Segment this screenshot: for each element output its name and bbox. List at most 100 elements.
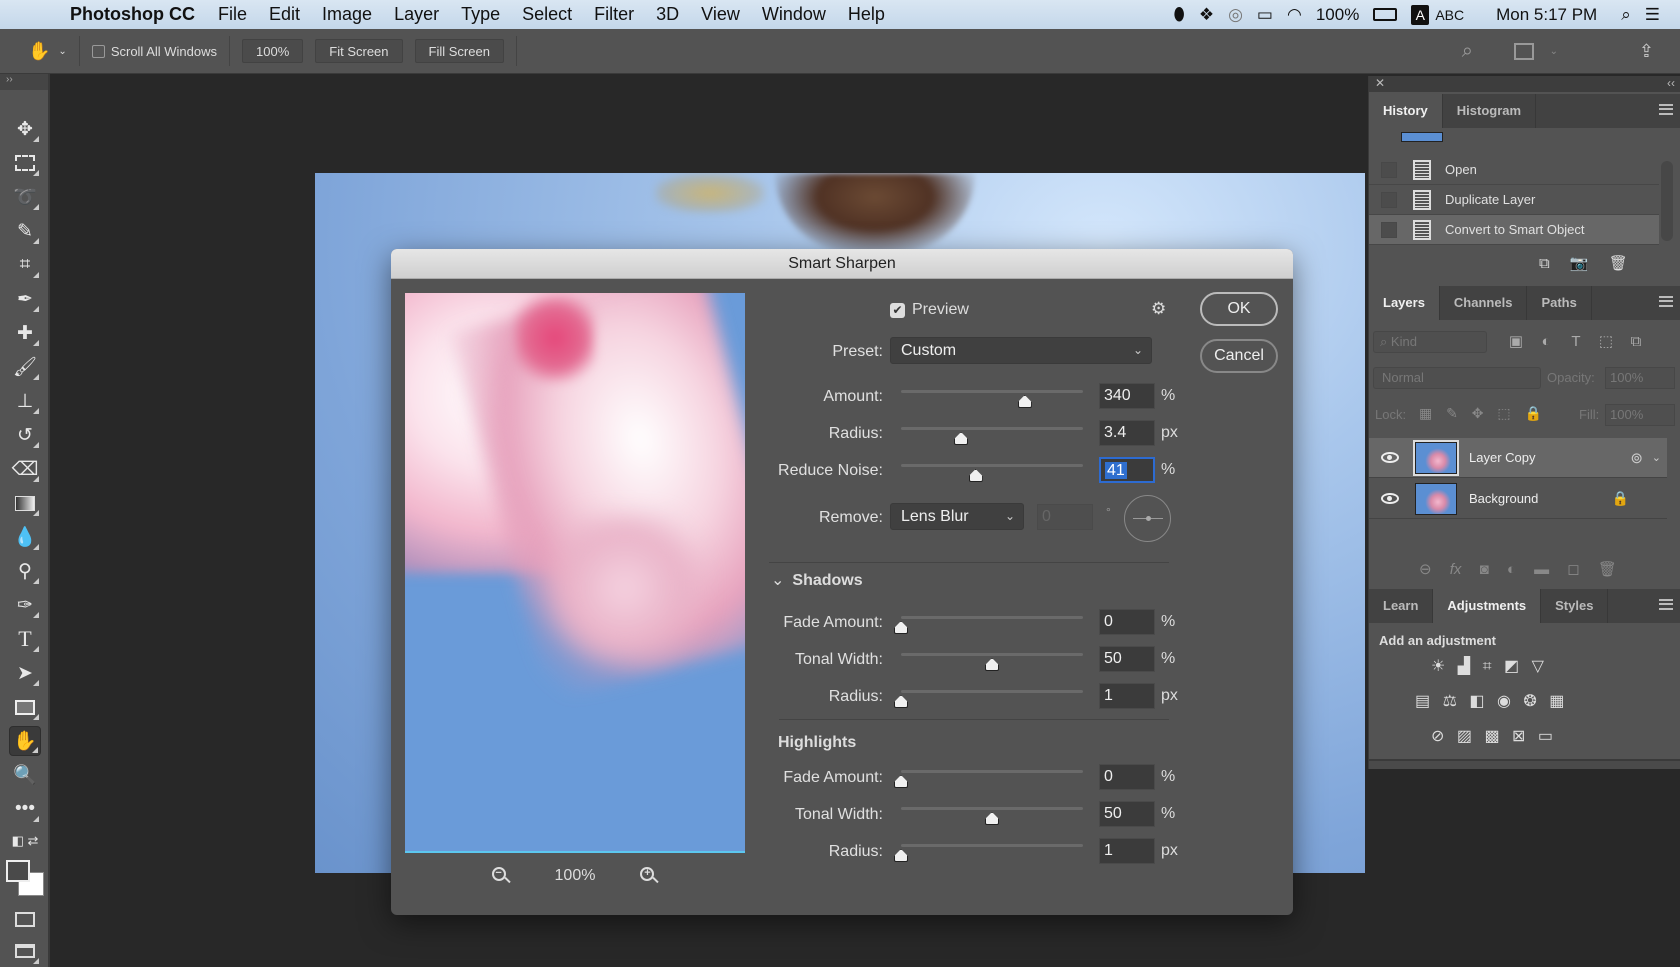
blur-tool-icon[interactable]: 💧 bbox=[9, 522, 41, 552]
chevron-down-icon[interactable]: ⌄ bbox=[1652, 451, 1661, 464]
new-layer-icon[interactable]: ◻ bbox=[1567, 561, 1579, 578]
menu-window[interactable]: Window bbox=[762, 4, 826, 25]
vibrance-icon[interactable]: ▽ bbox=[1532, 658, 1544, 675]
radius-slider-thumb[interactable] bbox=[954, 432, 969, 445]
shadows-radius-input[interactable]: 1 bbox=[1099, 683, 1155, 709]
tab-channels[interactable]: Channels bbox=[1440, 286, 1528, 320]
share-icon[interactable]: ⇪ bbox=[1639, 41, 1654, 62]
dodge-tool-icon[interactable]: ⚲ bbox=[9, 556, 41, 586]
gear-icon[interactable]: ⚙ bbox=[1151, 299, 1166, 319]
tab-history[interactable]: History bbox=[1369, 94, 1443, 128]
zoom-tool-icon[interactable]: 🔍 bbox=[9, 760, 41, 790]
highlights-tonal-width-input[interactable]: 50 bbox=[1099, 801, 1155, 827]
panel-menu-icon[interactable] bbox=[1659, 104, 1673, 115]
hand-tool-preset-icon[interactable]: ✋ bbox=[28, 41, 50, 62]
shadows-fade-amount-thumb[interactable] bbox=[894, 621, 908, 634]
channel-mixer-icon[interactable]: ❂ bbox=[1523, 693, 1536, 710]
rectangle-tool-icon[interactable] bbox=[9, 692, 41, 722]
shadows-section-toggle[interactable]: ⌄ Shadows bbox=[771, 570, 863, 590]
highlights-fade-amount-input[interactable]: 0 bbox=[1099, 764, 1155, 790]
fit-screen-button[interactable]: Fit Screen bbox=[315, 39, 403, 63]
tab-learn[interactable]: Learn bbox=[1369, 589, 1434, 623]
chevron-down-icon[interactable]: ⌄ bbox=[58, 46, 66, 57]
highlights-radius-thumb[interactable] bbox=[894, 849, 908, 862]
highlights-radius-input[interactable]: 1 bbox=[1099, 838, 1155, 864]
type-tool-icon[interactable]: T bbox=[9, 624, 41, 654]
layer-row-selected[interactable]: Layer Copy ⊚ ⌄ bbox=[1369, 438, 1667, 478]
highlights-tonal-width-thumb[interactable] bbox=[985, 812, 999, 825]
clone-stamp-tool-icon[interactable]: ⊥ bbox=[9, 386, 41, 416]
tab-adjustments[interactable]: Adjustments bbox=[1433, 589, 1542, 623]
zoom-out-icon[interactable]: − bbox=[491, 867, 511, 885]
radius-input[interactable]: 3.4 bbox=[1099, 420, 1155, 446]
clock[interactable]: Mon 5:17 PM bbox=[1496, 5, 1597, 25]
menu-image[interactable]: Image bbox=[322, 4, 372, 25]
airplay-icon[interactable]: ▭ bbox=[1257, 5, 1273, 25]
spotlight-search-icon[interactable]: ⌕ bbox=[1621, 5, 1631, 25]
tab-histogram[interactable]: Histogram bbox=[1443, 94, 1537, 128]
menu-view[interactable]: View bbox=[701, 4, 740, 25]
shadows-fade-amount-input[interactable]: 0 bbox=[1099, 609, 1155, 635]
smart-object-filter-icon[interactable]: ⧉ bbox=[1621, 333, 1651, 350]
trash-icon[interactable]: 🗑 bbox=[1598, 561, 1617, 578]
creative-cloud-icon[interactable]: ◎ bbox=[1228, 5, 1243, 25]
pen-tool-icon[interactable]: ✑ bbox=[9, 590, 41, 620]
foreground-color-swatch[interactable] bbox=[6, 860, 30, 882]
checkbox-icon[interactable] bbox=[91, 44, 105, 58]
layer-name[interactable]: Layer Copy bbox=[1469, 450, 1535, 465]
shadows-tonal-width-thumb[interactable] bbox=[985, 658, 999, 671]
screen-mode-icon[interactable] bbox=[9, 936, 41, 966]
hue-saturation-icon[interactable]: ▤ bbox=[1415, 693, 1430, 710]
shadows-radius-track[interactable] bbox=[901, 690, 1083, 693]
smart-filter-icon[interactable]: ⊚ bbox=[1630, 449, 1643, 467]
radius-slider-track[interactable] bbox=[901, 427, 1083, 430]
adjustment-filter-icon[interactable]: ◐ bbox=[1531, 333, 1561, 350]
evernote-icon[interactable]: ⬮ bbox=[1174, 4, 1185, 25]
shadows-fade-amount-track[interactable] bbox=[901, 616, 1083, 619]
move-tool-icon[interactable]: ✥ bbox=[9, 114, 41, 144]
amount-slider-thumb[interactable] bbox=[1017, 395, 1032, 408]
color-lookup-icon[interactable]: ▦ bbox=[1549, 693, 1564, 710]
posterize-icon[interactable]: ▨ bbox=[1457, 728, 1472, 745]
menu-filter[interactable]: Filter bbox=[594, 4, 634, 25]
shadows-tonal-width-input[interactable]: 50 bbox=[1099, 646, 1155, 672]
marquee-tool-icon[interactable] bbox=[9, 148, 41, 178]
add-mask-icon[interactable]: ◙ bbox=[1480, 561, 1489, 578]
visibility-eye-icon[interactable] bbox=[1381, 452, 1399, 463]
selective-color-icon[interactable]: ⊠ bbox=[1512, 728, 1525, 745]
highlights-radius-track[interactable] bbox=[901, 844, 1083, 847]
close-icon[interactable]: ✕ bbox=[1375, 76, 1385, 90]
gradient-tool-icon[interactable] bbox=[9, 488, 41, 518]
angle-dial[interactable] bbox=[1124, 495, 1171, 542]
shadows-tonal-width-track[interactable] bbox=[901, 653, 1083, 656]
cancel-button[interactable]: Cancel bbox=[1200, 339, 1278, 373]
scroll-all-windows-checkbox[interactable]: Scroll All Windows bbox=[91, 44, 217, 59]
dropbox-icon[interactable]: ❖ bbox=[1199, 5, 1214, 25]
history-step[interactable]: Duplicate Layer bbox=[1369, 185, 1659, 215]
gradient-map-icon[interactable]: ▭ bbox=[1538, 728, 1553, 745]
layer-row[interactable]: Background 🔒 bbox=[1369, 479, 1667, 519]
amount-input[interactable]: 340 bbox=[1099, 383, 1155, 409]
tab-paths[interactable]: Paths bbox=[1527, 286, 1592, 320]
levels-icon[interactable]: ▟ bbox=[1458, 658, 1470, 675]
shape-filter-icon[interactable]: ⬚ bbox=[1591, 332, 1621, 350]
quick-mask-icon[interactable] bbox=[9, 904, 41, 934]
panel-menu-icon[interactable] bbox=[1659, 599, 1673, 610]
fill-screen-button[interactable]: Fill Screen bbox=[414, 39, 504, 63]
link-layers-icon[interactable]: ⊖ bbox=[1419, 561, 1432, 578]
panel-menu-icon[interactable] bbox=[1659, 296, 1673, 307]
tab-styles[interactable]: Styles bbox=[1541, 589, 1609, 623]
history-scrollbar[interactable] bbox=[1661, 161, 1673, 241]
input-source-icon[interactable]: A bbox=[1411, 4, 1430, 25]
hand-tool-icon[interactable]: ✋ bbox=[9, 726, 41, 756]
chevron-down-icon[interactable]: ⌄ bbox=[1550, 46, 1558, 57]
notification-center-icon[interactable]: ☰ bbox=[1645, 5, 1660, 25]
highlights-tonal-width-track[interactable] bbox=[901, 807, 1083, 810]
curves-icon[interactable]: ⌗ bbox=[1483, 658, 1492, 675]
layer-filter-kind[interactable]: ⌕ Kind bbox=[1373, 331, 1487, 353]
invert-icon[interactable]: ⊘ bbox=[1431, 728, 1444, 745]
highlights-fade-amount-thumb[interactable] bbox=[894, 775, 908, 788]
history-step-current[interactable]: Convert to Smart Object bbox=[1369, 215, 1659, 245]
photo-filter-icon[interactable]: ◉ bbox=[1497, 693, 1511, 710]
tools-collapse-button[interactable]: ›› bbox=[0, 74, 48, 90]
